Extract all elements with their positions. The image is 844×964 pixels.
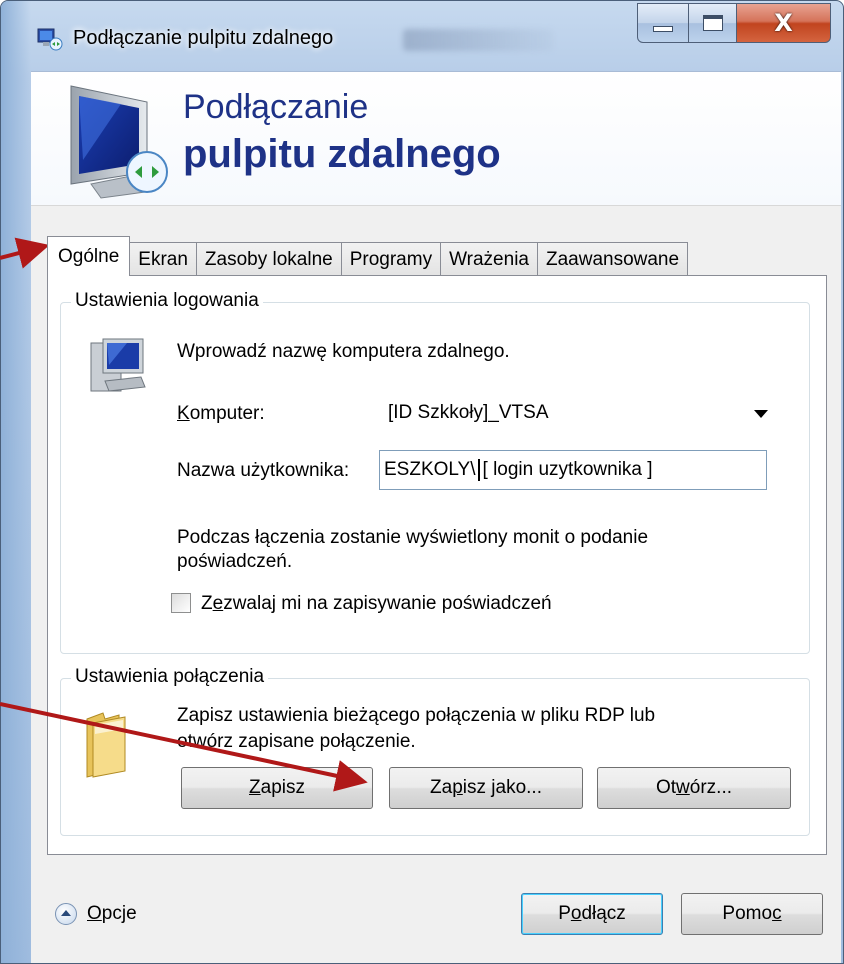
save-as-button-accel: p (452, 777, 463, 798)
logon-settings-legend: Ustawienia logowania (71, 290, 263, 312)
options-toggle-icon[interactable] (55, 903, 77, 925)
window-title: Podłączanie pulpitu zdalnego (73, 27, 334, 49)
save-button-accel: Z (249, 777, 261, 798)
computer-combobox[interactable]: [ID Szkkoły]_VTSA (381, 393, 781, 433)
options-toggle-label[interactable]: Opcje (87, 903, 137, 925)
connect-button-accel: o (570, 903, 582, 924)
close-icon: X (774, 9, 793, 37)
connection-info-line2: otwórz zapisane połączenie. (177, 731, 416, 752)
logon-settings-group: Ustawienia logowania Wprowadź nazwę komp… (60, 290, 810, 654)
save-as-button-post: isz jako... (462, 777, 542, 798)
caption-buttons: X (637, 3, 841, 47)
help-button-pre: Pomo (722, 903, 773, 924)
options-label-rest: pcje (101, 903, 137, 924)
minimize-button[interactable] (637, 3, 689, 43)
client-area: Ogólne Ekran Zasoby lokalne Programy Wra… (31, 205, 841, 873)
open-button-pre: Ot (655, 777, 677, 798)
maximize-button[interactable] (689, 3, 737, 43)
options-label-accel: O (87, 903, 102, 924)
tab-local-resources[interactable]: Zasoby lokalne (196, 242, 342, 276)
computer-value: [ID Szkkoły]_VTSA (388, 402, 549, 423)
help-button-accel: c (772, 903, 782, 924)
connect-button-pre: P (558, 903, 571, 924)
title-bar[interactable]: Podłączanie pulpitu zdalnego X (1, 1, 843, 71)
banner-title-line2: pulpitu zdalnego (183, 132, 501, 176)
folder-icon (86, 712, 126, 778)
header-banner: Podłączanie pulpitu zdalnego (31, 71, 841, 205)
save-credentials-checkbox[interactable] (171, 593, 191, 613)
credentials-info-line2: poświadczeń. (177, 551, 293, 572)
computer-label: Komputer: (177, 403, 265, 425)
tab-advanced[interactable]: Zaawansowane (537, 242, 689, 276)
username-label: Nazwa użytkownika: (177, 460, 350, 481)
save-button[interactable]: Zapisz (181, 767, 373, 809)
computer-label-rest: omputer: (189, 403, 265, 424)
maximize-icon (702, 15, 723, 31)
tab-display[interactable]: Ekran (130, 242, 197, 276)
tab-panel-general: Ustawienia logowania Wprowadź nazwę komp… (47, 275, 827, 855)
banner-title-line1: Podłączanie (183, 88, 369, 126)
save-credentials-label[interactable]: Zezwalaj mi na zapisywanie poświadczeń (201, 593, 552, 615)
save-credentials-label-accel: e (212, 593, 224, 614)
rdp-window: Podłączanie pulpitu zdalnego X Podłączan… (0, 0, 844, 964)
connection-settings-group: Ustawienia połączenia Zapisz ustawienia … (60, 666, 810, 836)
computer-label-accel: K (177, 403, 190, 424)
username-placeholder: [ login uzytkownika ] (482, 459, 653, 480)
connect-button-post: dłącz (581, 903, 626, 924)
save-as-button-pre: Za (430, 777, 453, 798)
save-button-rest: apisz (260, 777, 305, 798)
title-blur (403, 29, 553, 51)
username-input[interactable]: ESZKOLY\ [ login uzytkownika ] (379, 450, 767, 490)
open-button-accel: w (676, 777, 690, 798)
credentials-info-line1: Podczas łączenia zostanie wyświetlony mo… (177, 527, 649, 548)
tab-strip: Ogólne Ekran Zasoby lokalne Programy Wra… (47, 236, 689, 276)
text-caret (477, 459, 480, 481)
tab-experience[interactable]: Wrażenia (441, 242, 538, 276)
connection-settings-legend: Ustawienia połączenia (71, 666, 269, 688)
close-button[interactable]: X (737, 3, 831, 43)
open-button-post: órz... (689, 777, 733, 798)
minimize-icon (653, 26, 673, 32)
save-as-button[interactable]: Za p isz jako... (389, 767, 583, 809)
computer-intro-text: Wprowadź nazwę komputera zdalnego. (177, 341, 510, 362)
remote-desktop-icon (37, 28, 63, 51)
computer-icon (90, 338, 146, 392)
username-prefix: ESZKOLY\ (384, 459, 476, 480)
connect-button[interactable]: Po dłącz (521, 893, 663, 935)
dropdown-arrow-icon[interactable] (754, 410, 768, 418)
help-button[interactable]: Pomo c (681, 893, 823, 935)
remote-monitor-icon (70, 85, 168, 199)
tab-programs[interactable]: Programy (341, 242, 442, 276)
save-credentials-label-pre: Z (201, 593, 213, 614)
connection-info-line1: Zapisz ustawienia bieżącego połączenia w… (177, 705, 656, 726)
tab-general[interactable]: Ogólne (47, 236, 131, 276)
screenshot: Podłączanie pulpitu zdalnego X Podłączan… (0, 0, 844, 964)
save-credentials-label-post: zwalaj mi na zapisywanie poświadczeń (223, 593, 552, 614)
open-button[interactable]: Ot w órz... (597, 767, 791, 809)
